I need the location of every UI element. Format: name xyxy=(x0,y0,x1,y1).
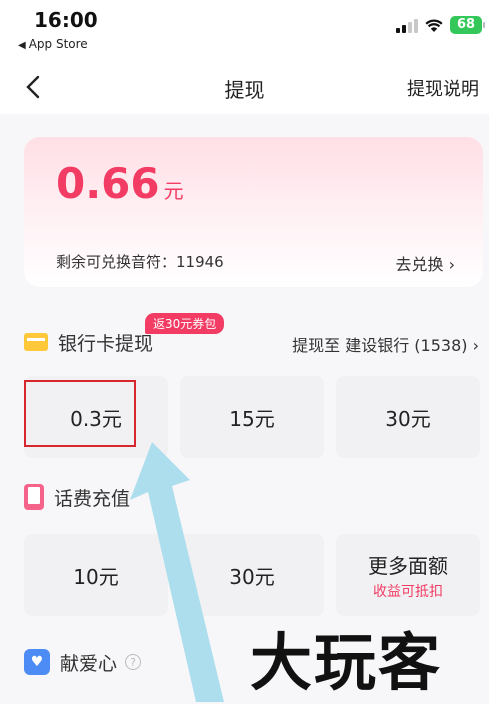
back-to-app-store[interactable]: ◀ App Store xyxy=(18,37,88,51)
watermark-text: 大玩客 xyxy=(250,626,443,699)
phone-icon xyxy=(24,484,44,510)
tile-value: 更多面额 xyxy=(368,553,448,578)
remaining-notes: 剩余可兑换音符：11946 xyxy=(56,253,224,271)
phone-amount-options: 10元 30元 更多面额 收益可抵扣 xyxy=(24,534,480,616)
tile-value: 10元 xyxy=(73,564,119,589)
withdraw-help-link[interactable]: 提现说明 xyxy=(407,75,479,101)
question-icon[interactable]: ? xyxy=(125,654,142,670)
balance-unit: 元 xyxy=(163,179,184,203)
balance-card: 0.66 元 剩余可兑换音符：11946 去兑换 › xyxy=(24,137,483,287)
bank-section-header: 银行卡提现 xyxy=(24,327,153,357)
balance-value: 0.66 xyxy=(56,159,160,208)
bank-target-selector[interactable]: 提现至 建设银行 (1538) › xyxy=(292,332,479,356)
exchange-link[interactable]: 去兑换 › xyxy=(396,251,456,275)
bank-option-30[interactable]: 30元 xyxy=(336,376,480,458)
phone-section-header: 话费充值 xyxy=(24,482,130,512)
nav-bar: 提现 提现说明 xyxy=(0,62,489,114)
phone-option-more[interactable]: 更多面额 收益可抵扣 xyxy=(336,534,480,616)
coupon-badge: 返30元券包 xyxy=(145,313,225,334)
phone-option-10[interactable]: 10元 xyxy=(24,534,168,616)
cellular-signal-icon xyxy=(396,17,418,33)
bank-option-15[interactable]: 15元 xyxy=(180,376,324,458)
selection-highlight-box xyxy=(24,380,136,447)
back-app-label: App Store xyxy=(28,37,88,51)
bank-section-title: 银行卡提现 xyxy=(58,332,154,355)
phone-option-30[interactable]: 30元 xyxy=(180,534,324,616)
tile-value: 30元 xyxy=(385,406,431,431)
phone-section-title: 话费充值 xyxy=(54,487,131,510)
status-bar: 16:00 ◀ App Store 68 xyxy=(0,0,489,62)
bank-card-icon xyxy=(24,333,48,351)
tile-value: 15元 xyxy=(229,406,275,431)
heart-icon: ♥ xyxy=(24,649,50,675)
back-triangle-icon: ◀ xyxy=(18,40,26,51)
tile-value: 30元 xyxy=(229,564,275,589)
battery-icon: 68 xyxy=(450,16,485,34)
balance-amount: 0.66 元 xyxy=(56,159,184,208)
charity-section-title: 献爱心 xyxy=(60,652,118,675)
status-time: 16:00 xyxy=(34,8,98,32)
charity-section-header: ♥ 献爱心 ? xyxy=(24,647,142,677)
wifi-icon xyxy=(425,19,443,32)
tile-subtitle: 收益可抵扣 xyxy=(373,583,443,600)
